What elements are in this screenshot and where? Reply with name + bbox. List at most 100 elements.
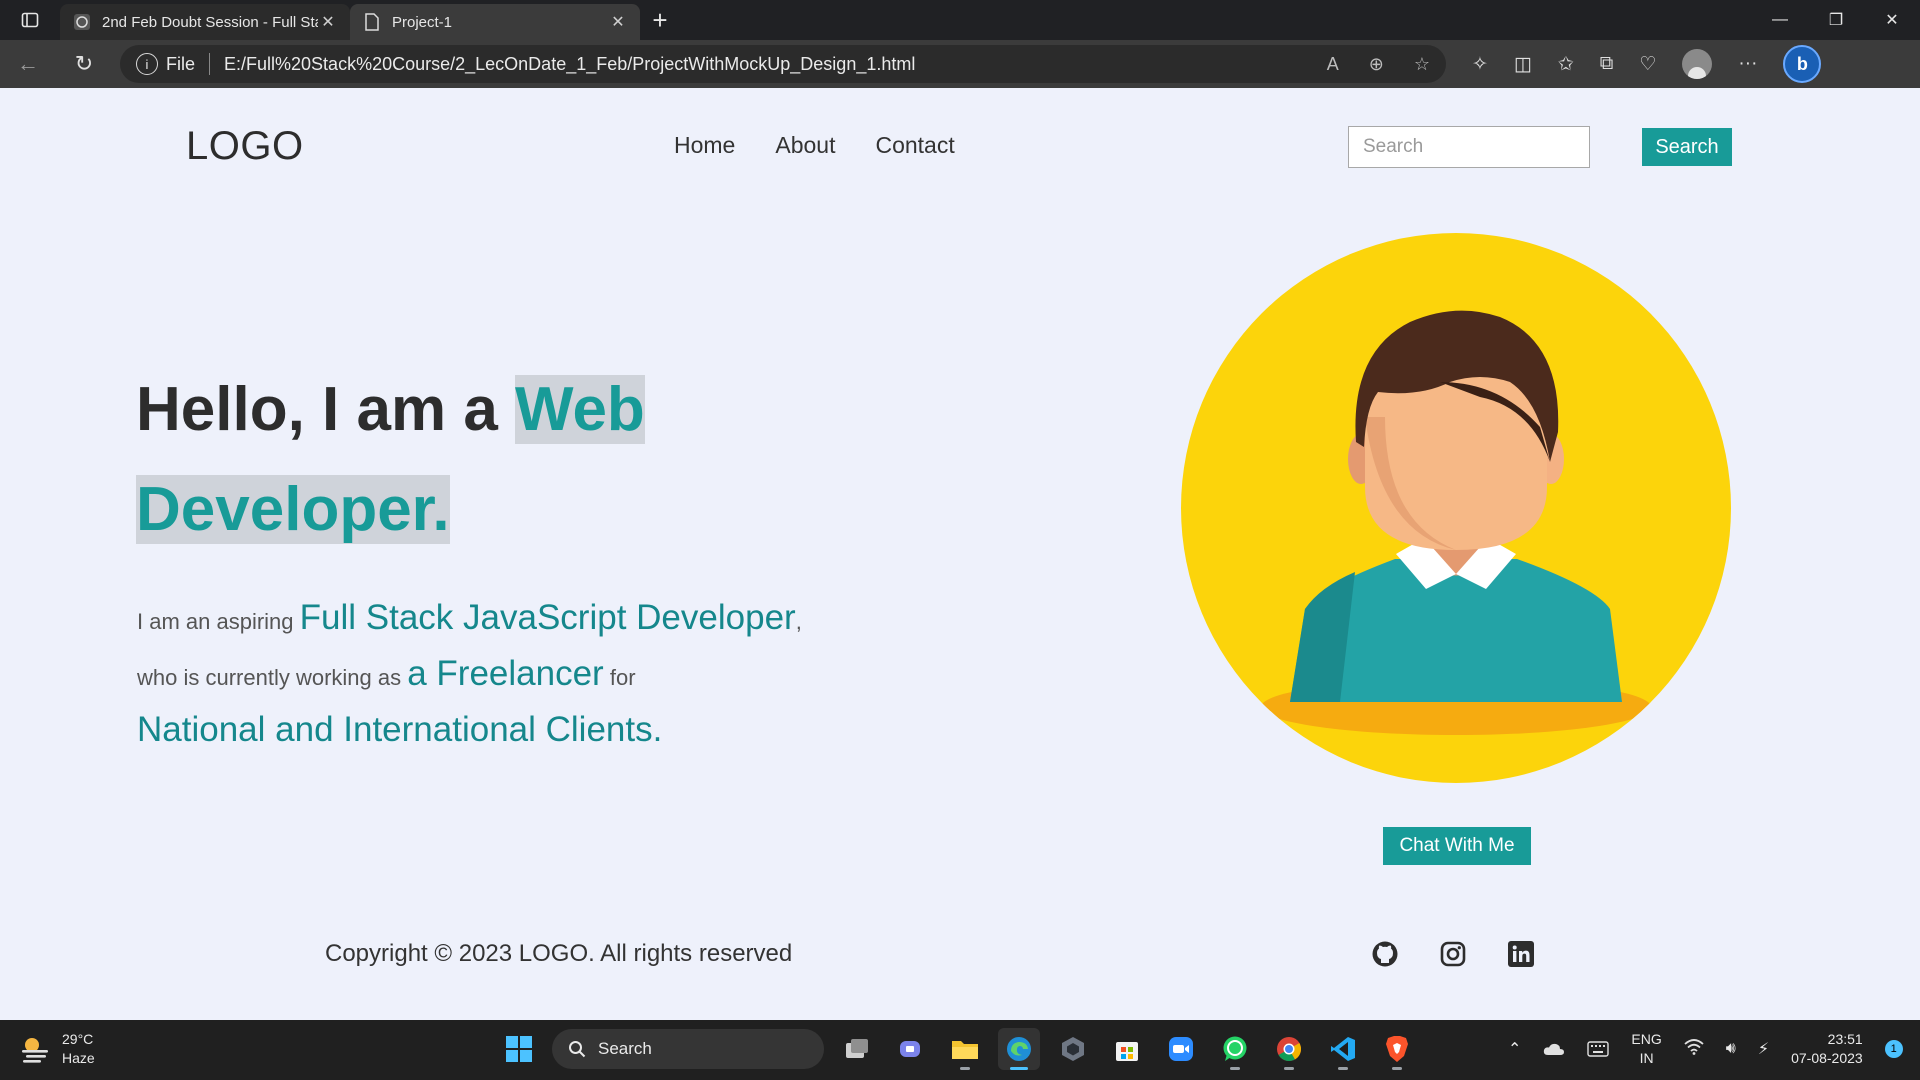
social-links — [1372, 941, 1534, 967]
running-indicator — [1338, 1067, 1348, 1070]
zoom-app-icon[interactable] — [1160, 1028, 1202, 1070]
weather-haze-icon — [22, 1038, 48, 1063]
restore-icon[interactable]: ❐ — [1808, 0, 1864, 40]
tab-label: 2nd Feb Doubt Session - Full Sta — [102, 13, 318, 31]
show-hidden-icons-chevron-icon[interactable]: ⌃ — [1508, 1039, 1521, 1059]
browser-tab-doubt-session[interactable]: 2nd Feb Doubt Session - Full Sta ✕ — [60, 4, 350, 40]
region-code: IN — [1639, 1050, 1654, 1066]
running-indicator — [960, 1067, 970, 1070]
system-tray: ⌃ ENG IN 🔊︎ ⚡︎ 23:51 07-08-2023 1 — [1508, 1030, 1903, 1068]
volume-icon[interactable]: 🔊︎ — [1726, 1040, 1736, 1058]
hero-sub-text: for — [609, 665, 636, 690]
search-input[interactable] — [1348, 126, 1590, 168]
split-screen-icon[interactable]: ◫ — [1514, 53, 1532, 76]
wifi-icon[interactable] — [1684, 1038, 1704, 1060]
address-bar: ← ↻ i File E:/Full%20Stack%20Course/2_Le… — [0, 40, 1920, 88]
profile-avatar-icon[interactable] — [1682, 49, 1713, 79]
whatsapp-icon[interactable] — [1214, 1028, 1256, 1070]
close-tab-icon[interactable]: ✕ — [608, 12, 628, 32]
hero-emphasis: Full Stack JavaScript Developer — [299, 598, 796, 637]
weather-widget[interactable]: 29°C Haze — [20, 1030, 95, 1068]
brave-browser-icon[interactable] — [1376, 1028, 1418, 1070]
info-icon[interactable]: i — [136, 53, 158, 75]
web-page: LOGO Home About Contact Search Hello, I … — [0, 88, 1920, 1020]
battery-charging-icon[interactable]: ⚡︎ — [1758, 1039, 1769, 1059]
tab-actions-icon[interactable] — [0, 0, 60, 40]
hero-heading: Hello, I am a Web Developer. — [136, 360, 896, 560]
taskbar-search[interactable]: Search — [552, 1029, 824, 1069]
weather-condition: Haze — [62, 1050, 95, 1066]
weather-temperature: 29°C — [62, 1031, 94, 1047]
close-tab-icon[interactable]: ✕ — [318, 12, 338, 32]
dev-tool-app-icon[interactable] — [1052, 1028, 1094, 1070]
zoom-icon[interactable]: ⊕ — [1369, 54, 1384, 75]
github-icon[interactable] — [1372, 941, 1398, 967]
browser-essentials-icon[interactable]: ♡ — [1639, 53, 1656, 76]
site-logo[interactable]: LOGO — [186, 124, 304, 169]
scheme-label: File — [166, 53, 196, 74]
file-explorer-icon[interactable] — [944, 1028, 986, 1070]
web-page-icon — [72, 12, 92, 32]
more-menu-icon[interactable]: ··· — [1738, 53, 1757, 75]
running-indicator — [1230, 1067, 1240, 1070]
task-view-icon[interactable] — [836, 1028, 878, 1070]
nav-contact[interactable]: Contact — [875, 132, 954, 159]
edge-browser-icon[interactable] — [998, 1028, 1040, 1070]
clock-time: 23:51 — [1827, 1031, 1863, 1047]
developer-avatar-illustration — [1181, 233, 1731, 783]
windows-start-icon[interactable] — [498, 1028, 540, 1070]
taskbar-apps: Search — [498, 1028, 1418, 1070]
vscode-icon[interactable] — [1322, 1028, 1364, 1070]
search-button[interactable]: Search — [1642, 128, 1732, 166]
extensions-icon[interactable]: ✧ — [1472, 53, 1488, 76]
nav-about[interactable]: About — [775, 132, 835, 159]
copilot-icon[interactable]: b — [1783, 45, 1822, 83]
main-nav: Home About Contact — [674, 132, 955, 159]
new-tab-button[interactable]: + — [640, 0, 680, 40]
hero-highlight-web: Web — [515, 375, 645, 444]
favorite-star-icon[interactable]: ☆ — [1414, 54, 1430, 75]
read-aloud-icon[interactable]: A — [1327, 54, 1339, 75]
url-text[interactable]: E:/Full%20Stack%20Course/2_LecOnDate_1_F… — [224, 54, 1327, 75]
browser-tab-project-1[interactable]: Project-1 ✕ — [350, 4, 640, 40]
microsoft-store-icon[interactable] — [1106, 1028, 1148, 1070]
language-indicator[interactable]: ENG IN — [1631, 1030, 1661, 1068]
instagram-icon[interactable] — [1440, 941, 1466, 967]
divider — [209, 53, 211, 75]
minimize-icon[interactable]: — — [1752, 0, 1808, 40]
omnibox[interactable]: i File E:/Full%20Stack%20Course/2_LecOnD… — [120, 45, 1446, 83]
document-icon — [362, 12, 382, 32]
footer-copyright: Copyright © 2023 LOGO. All rights reserv… — [325, 940, 793, 967]
chat-with-me-button[interactable]: Chat With Me — [1383, 827, 1531, 865]
keyboard-icon[interactable] — [1587, 1041, 1610, 1057]
hero-emphasis: National and International Clients. — [137, 710, 663, 749]
collections-icon[interactable]: ⧉ — [1600, 53, 1614, 75]
hero-description: I am an aspiring Full Stack JavaScript D… — [137, 592, 897, 760]
hero-emphasis: a Freelancer — [407, 654, 604, 693]
close-window-icon[interactable]: ✕ — [1864, 0, 1920, 40]
hero-sub-text: who is currently working as — [137, 665, 402, 690]
reload-icon[interactable]: ↻ — [56, 40, 112, 88]
notification-badge[interactable]: 1 — [1884, 1040, 1903, 1058]
teams-chat-icon[interactable] — [890, 1028, 932, 1070]
running-indicator — [1392, 1067, 1402, 1070]
language-code: ENG — [1631, 1031, 1662, 1047]
hero-sub-text: I am an aspiring — [137, 609, 294, 634]
search-icon — [569, 1041, 586, 1058]
linkedin-icon[interactable] — [1508, 941, 1534, 967]
tab-label: Project-1 — [392, 13, 453, 31]
running-indicator — [1010, 1067, 1028, 1070]
clock-date: 07-08-2023 — [1791, 1050, 1863, 1066]
hero-sub-text: , — [795, 609, 802, 634]
window-controls: — ❐ ✕ — [1752, 0, 1920, 40]
onedrive-cloud-icon[interactable] — [1543, 1042, 1565, 1056]
clock[interactable]: 23:51 07-08-2023 — [1791, 1030, 1863, 1068]
nav-home[interactable]: Home — [674, 132, 735, 159]
taskbar-search-label: Search — [598, 1039, 652, 1058]
browser-tab-bar: 2nd Feb Doubt Session - Full Sta ✕ Proje… — [0, 0, 1920, 40]
hero-highlight-developer: Developer. — [136, 475, 450, 544]
favorites-icon[interactable]: ✩ — [1558, 53, 1574, 76]
windows-taskbar: 29°C Haze Search ⌃ ENG IN 🔊︎ ⚡︎ 23:51 07… — [0, 1020, 1920, 1080]
chrome-icon[interactable] — [1268, 1028, 1310, 1070]
back-icon[interactable]: ← — [0, 40, 56, 88]
